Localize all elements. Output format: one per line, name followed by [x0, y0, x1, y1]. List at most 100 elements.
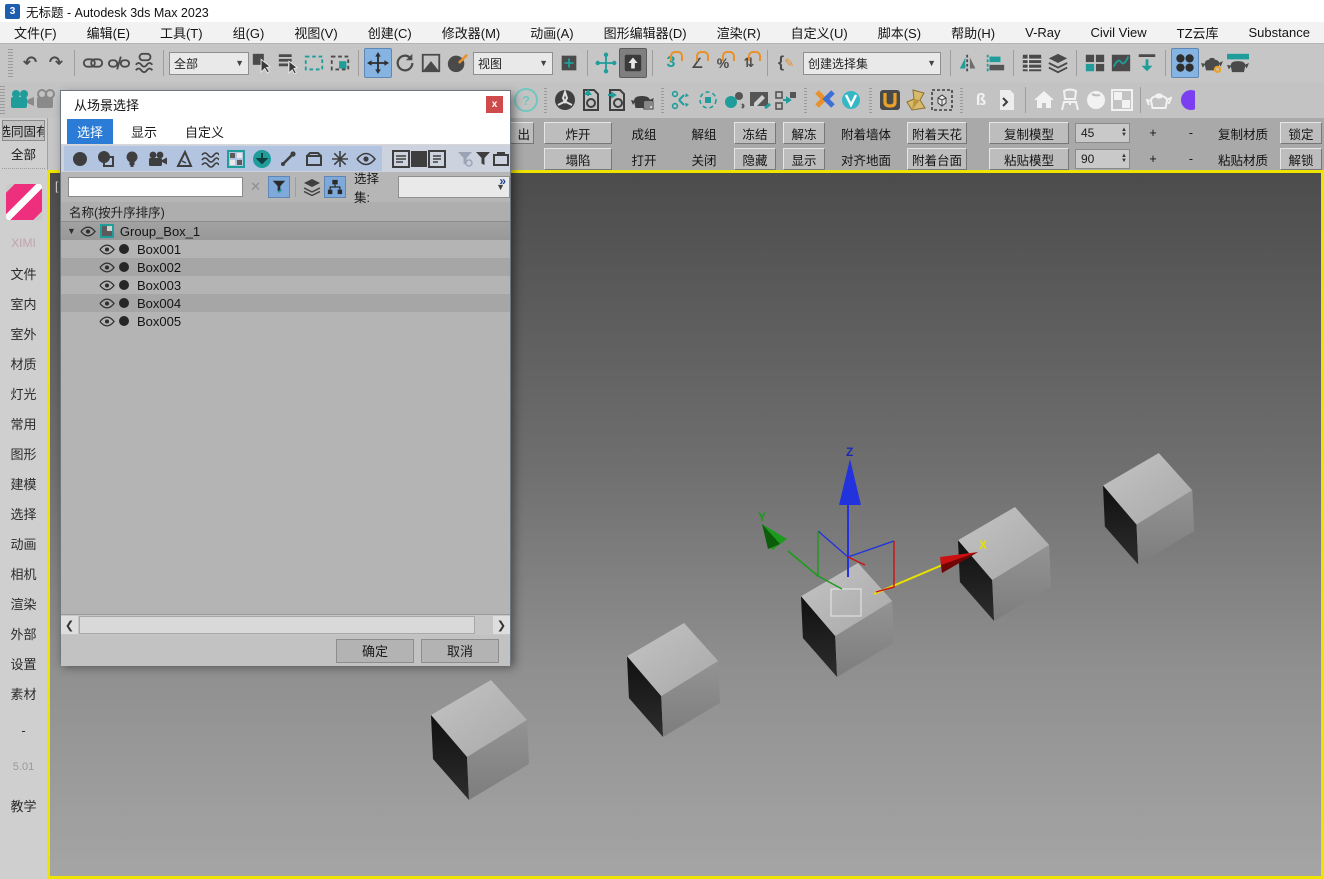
- panel-angle2-spinner[interactable]: 90▲▼: [1075, 149, 1130, 169]
- dialog-close-button[interactable]: x: [486, 96, 503, 113]
- display-xrefs-icon[interactable]: [249, 147, 275, 171]
- sidebar-item-external[interactable]: 外部: [0, 618, 47, 648]
- box-object-2[interactable]: [627, 623, 720, 737]
- search-input[interactable]: [68, 177, 243, 197]
- visibility-eye-icon[interactable]: [99, 244, 115, 255]
- snap-toggle-3d-icon[interactable]: 3: [658, 49, 684, 77]
- named-selection-sets-icon[interactable]: {✎: [773, 49, 799, 77]
- panel-group-button[interactable]: 成组: [622, 122, 666, 144]
- list-small-icon[interactable]: [428, 147, 446, 171]
- transform-gizmo[interactable]: Z Y X: [758, 445, 987, 594]
- menu-views[interactable]: 视图(V): [294, 23, 337, 42]
- object-name[interactable]: Box004: [137, 296, 181, 311]
- box-object-1[interactable]: [431, 680, 529, 800]
- display-bones-icon[interactable]: [275, 147, 301, 171]
- menu-tools[interactable]: 工具(T): [160, 23, 203, 42]
- menu-customize[interactable]: 自定义(U): [791, 23, 848, 42]
- group-name[interactable]: Group_Box_1: [120, 224, 200, 239]
- panel-copy-model-button[interactable]: 复制模型: [989, 122, 1069, 144]
- panel-plus-button[interactable]: +: [1146, 122, 1160, 144]
- sidebar-item-modeling[interactable]: 建模: [0, 468, 47, 498]
- vray-menu-icon[interactable]: [552, 86, 578, 114]
- panel-attach-counter-button[interactable]: 附着台面: [907, 148, 967, 170]
- visibility-eye-icon[interactable]: [99, 262, 115, 273]
- purple-plugin-icon[interactable]: [1172, 86, 1198, 114]
- camera-clapper-icon[interactable]: [35, 86, 61, 114]
- render-setup-icon[interactable]: [1199, 49, 1225, 77]
- angle-snap-icon[interactable]: ∠: [684, 49, 710, 77]
- sidebar-item-ximi[interactable]: XIMI: [0, 228, 47, 258]
- display-groups-icon[interactable]: [223, 147, 249, 171]
- use-pivot-center-icon[interactable]: [556, 49, 582, 77]
- filter-disabled-icon[interactable]: [456, 147, 474, 171]
- sidebar-item-common[interactable]: 常用: [0, 408, 47, 438]
- sidebar-item-exterior[interactable]: 室外: [0, 318, 47, 348]
- ribbon-toggle-icon[interactable]: [1082, 49, 1108, 77]
- panel-close-button[interactable]: 关闭: [682, 148, 726, 170]
- display-hidden-icon[interactable]: [353, 147, 379, 171]
- script-file-icon[interactable]: [994, 86, 1020, 114]
- dialog-selection-set-dropdown[interactable]: ▼: [398, 176, 510, 198]
- schematic-view-icon[interactable]: [1134, 49, 1160, 77]
- standin-cube-icon[interactable]: [929, 86, 955, 114]
- display-spacewarps-icon[interactable]: [197, 147, 223, 171]
- curve-editor-icon[interactable]: [1108, 49, 1134, 77]
- crystal-plugin-icon[interactable]: [903, 86, 929, 114]
- keyboard-override-icon[interactable]: [619, 48, 647, 78]
- list-item[interactable]: Box004: [61, 294, 510, 312]
- toolbar-grip[interactable]: [0, 86, 5, 114]
- panel-unlock-button[interactable]: 解锁: [1280, 148, 1322, 170]
- panel-copy-material-button[interactable]: 复制材质: [1211, 122, 1275, 144]
- clear-search-icon[interactable]: ✕: [250, 179, 261, 195]
- camera-icon[interactable]: [9, 86, 35, 114]
- search-filter-icon[interactable]: [268, 176, 290, 198]
- panel-paste-model-button[interactable]: 粘贴模型: [989, 148, 1069, 170]
- panel-collapse-button[interactable]: 塌陷: [544, 148, 612, 170]
- menu-graph-editors[interactable]: 图形编辑器(D): [604, 23, 687, 42]
- beta-plugin-icon[interactable]: ß: [968, 86, 994, 114]
- redo-icon[interactable]: ↷: [43, 49, 69, 77]
- sidebar-item-render[interactable]: 渲染: [0, 588, 47, 618]
- panel-explode-button[interactable]: 炸开: [544, 122, 612, 144]
- menu-edit[interactable]: 编辑(E): [87, 23, 130, 42]
- sidebar-item-animation[interactable]: 动画: [0, 528, 47, 558]
- sphere-icon[interactable]: [1083, 86, 1109, 114]
- display-helpers-icon[interactable]: [171, 147, 197, 171]
- visibility-eye-icon[interactable]: [99, 298, 115, 309]
- ximi-logo[interactable]: [6, 184, 42, 220]
- panel-attach-ceiling-button[interactable]: 附着天花: [907, 122, 967, 144]
- scroll-left-icon[interactable]: ❮: [61, 616, 78, 634]
- display-cameras-icon[interactable]: [145, 147, 171, 171]
- link-icon[interactable]: [80, 49, 106, 77]
- hierarchy-mode-icon[interactable]: [324, 176, 346, 198]
- help-icon[interactable]: ?: [513, 86, 539, 114]
- vray-badge-icon[interactable]: [838, 86, 864, 114]
- menu-scripting[interactable]: 脚本(S): [878, 23, 921, 42]
- gizmo-z-arrow[interactable]: [839, 459, 861, 505]
- menu-modifiers[interactable]: 修改器(M): [442, 23, 501, 42]
- menu-file[interactable]: 文件(F): [14, 23, 57, 42]
- list-item[interactable]: Box005: [61, 312, 510, 330]
- object-name[interactable]: Box003: [137, 278, 181, 293]
- panel-plus2-button[interactable]: +: [1146, 148, 1160, 170]
- sidebar-item-camera[interactable]: 相机: [0, 558, 47, 588]
- sidebar-item-material[interactable]: 材质: [0, 348, 47, 378]
- panel-minus2-button[interactable]: -: [1184, 148, 1198, 170]
- panel-attach-wall-button[interactable]: 附着墙体: [833, 122, 899, 144]
- undo-icon[interactable]: ↶: [17, 49, 43, 77]
- align-icon[interactable]: [982, 49, 1008, 77]
- named-selection-input[interactable]: 创建选择集▼: [803, 52, 941, 75]
- target-select-icon[interactable]: [695, 86, 721, 114]
- menu-help[interactable]: 帮助(H): [951, 23, 995, 42]
- menu-create[interactable]: 创建(C): [368, 23, 412, 42]
- grid-squares-icon[interactable]: [1109, 86, 1135, 114]
- sidebar-all-item[interactable]: 全部: [2, 143, 45, 164]
- cancel-button[interactable]: 取消: [421, 639, 499, 663]
- list-item-group[interactable]: ▼ Group_Box_1: [61, 222, 510, 240]
- dialog-tab-display[interactable]: 显示: [121, 119, 167, 144]
- layer-mode-icon[interactable]: [301, 176, 323, 198]
- list-item[interactable]: Box002: [61, 258, 510, 276]
- menu-vray[interactable]: V-Ray: [1025, 25, 1060, 40]
- material-editor-icon[interactable]: [1171, 48, 1199, 78]
- percent-snap-icon[interactable]: %: [710, 49, 736, 77]
